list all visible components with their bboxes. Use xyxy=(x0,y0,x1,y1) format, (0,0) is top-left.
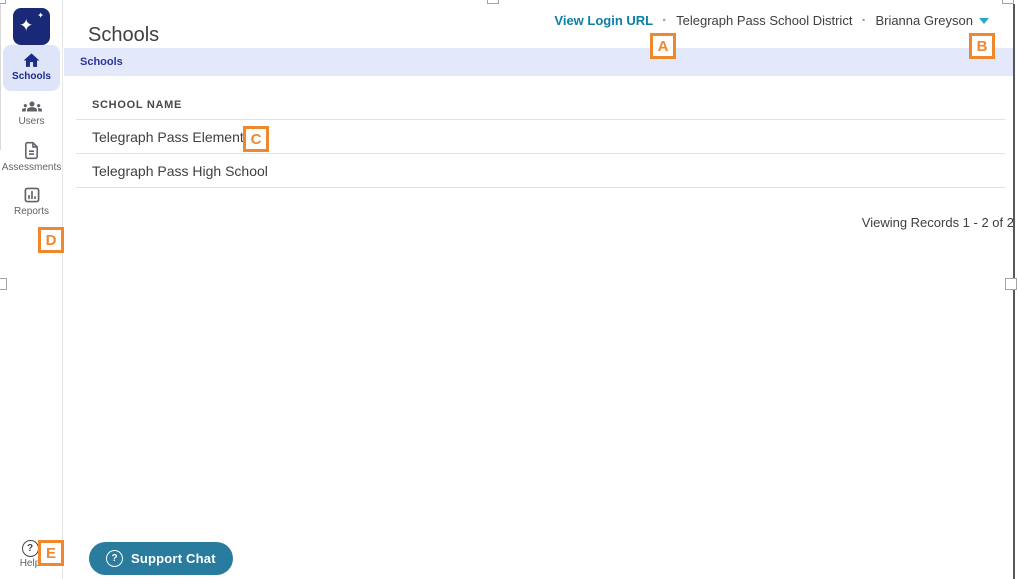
user-menu[interactable]: Brianna Greyson xyxy=(875,13,989,28)
window-edge-artifact xyxy=(0,0,1,150)
window-edge-artifact xyxy=(1013,4,1015,579)
annotation-box-c: C xyxy=(243,126,269,152)
sidebar: ✦ ✦ Schools Users Assessments Reports ? … xyxy=(0,0,63,579)
header-links: View Login URL · Telegraph Pass School D… xyxy=(554,13,989,28)
view-login-url-link[interactable]: View Login URL xyxy=(554,13,653,28)
resize-handle xyxy=(487,0,499,4)
resize-handle xyxy=(0,278,7,290)
separator-dot: · xyxy=(861,12,867,29)
question-circle-icon: ? xyxy=(106,550,123,567)
page-title: Schools xyxy=(88,24,160,47)
user-name: Brianna Greyson xyxy=(875,13,973,28)
annotation-box-a: A xyxy=(650,33,676,59)
help-icon: ? xyxy=(21,540,39,557)
sidebar-item-users[interactable]: Users xyxy=(0,99,63,127)
support-chat-label: Support Chat xyxy=(131,551,216,566)
annotation-box-b: B xyxy=(969,33,995,59)
sparkles-icon: ✦ xyxy=(19,16,34,35)
table-divider xyxy=(76,187,1005,188)
sidebar-item-label: Schools xyxy=(12,71,51,82)
separator-dot: · xyxy=(662,12,668,29)
table-row[interactable]: Telegraph Pass High School xyxy=(92,163,268,179)
users-icon xyxy=(21,101,42,112)
sidebar-item-schools[interactable]: Schools xyxy=(3,45,60,91)
sparkle-small-icon: ✦ xyxy=(37,11,44,20)
table-divider xyxy=(76,119,1005,120)
chevron-down-icon xyxy=(979,17,989,24)
annotation-box-e: E xyxy=(38,540,64,566)
home-icon xyxy=(23,53,40,67)
sidebar-item-reports[interactable]: Reports xyxy=(0,186,63,217)
records-summary: Viewing Records 1 - 2 of 2 xyxy=(861,215,1014,230)
annotation-box-d: D xyxy=(38,227,64,253)
sidebar-item-label: Assessments xyxy=(1,162,62,173)
assessments-icon xyxy=(25,141,38,160)
app-logo[interactable]: ✦ ✦ xyxy=(13,8,50,45)
column-header-school-name: SCHOOL NAME xyxy=(92,99,183,111)
sidebar-item-assessments[interactable]: Assessments xyxy=(0,141,63,173)
resize-handle xyxy=(0,0,6,4)
resize-handle xyxy=(1005,278,1017,290)
support-chat-button[interactable]: ? Support Chat xyxy=(89,542,233,575)
reports-icon xyxy=(24,187,39,203)
sidebar-item-label: Users xyxy=(18,116,45,127)
table-divider xyxy=(76,153,1005,154)
table-row[interactable]: Telegraph Pass Elementary xyxy=(92,129,263,145)
district-name: Telegraph Pass School District xyxy=(676,13,853,28)
breadcrumb-bar: Schools xyxy=(64,48,1013,76)
sidebar-item-label: Reports xyxy=(13,206,49,217)
app-window: ✦ ✦ Schools Users Assessments Reports ? … xyxy=(0,0,1018,579)
resize-handle xyxy=(1002,0,1014,4)
breadcrumb[interactable]: Schools xyxy=(80,56,123,68)
